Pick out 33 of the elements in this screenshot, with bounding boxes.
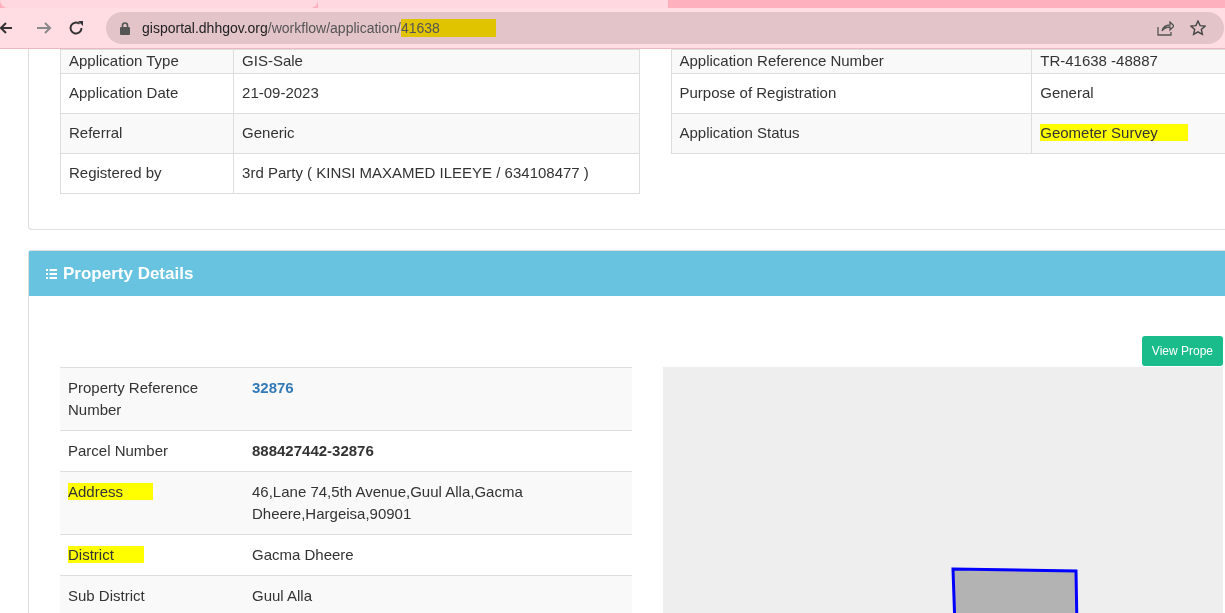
star-icon[interactable]: [1190, 20, 1206, 36]
field-value: 3rd Party ( KINSI MAXAMED ILEEYE / 634108477 ): [242, 164, 589, 181]
field-value: Gacma Dheere: [252, 546, 354, 563]
field-label: Registered by: [69, 164, 162, 181]
field-label: Parcel Number: [68, 442, 169, 459]
field-value: GIS-Sale: [242, 52, 303, 69]
field-label: Application Reference Number: [679, 52, 884, 69]
field-label: Application Status: [679, 124, 800, 141]
reload-icon[interactable]: [68, 20, 84, 36]
panel-title: Property Details: [63, 263, 194, 284]
field-value: 21-09-2023: [242, 84, 319, 101]
field-value: TR-41638 -48887: [1040, 52, 1158, 69]
reference-link[interactable]: 32876: [252, 379, 294, 396]
field-label: Property Reference Number: [68, 379, 199, 418]
field-label: Purpose of Registration: [679, 84, 837, 101]
share-icon[interactable]: [1157, 20, 1174, 36]
field-label: District: [68, 546, 144, 563]
field-label: Application Date: [69, 84, 179, 101]
field-value: Guul Alla: [252, 587, 313, 604]
field-value: Geometer Survey: [1040, 124, 1188, 141]
field-value: 46,Lane 74,5th Avenue,Guul Alla,Gacma Dheere,Hargeisa,90901: [252, 483, 523, 522]
field-label: Sub District: [68, 587, 145, 604]
back-icon[interactable]: [0, 20, 14, 36]
field-value: General: [1040, 84, 1094, 101]
view-property-button[interactable]: View Prope: [1141, 336, 1223, 366]
list-icon: [46, 268, 57, 279]
lock-icon: [120, 21, 130, 35]
field-label: Address: [68, 483, 154, 500]
field-label: Application Type: [69, 52, 179, 69]
field-value: 888427442-32876: [252, 442, 374, 459]
field-value: Generic: [242, 124, 295, 141]
forward-icon[interactable]: [36, 20, 52, 36]
field-label: Referral: [69, 124, 123, 141]
